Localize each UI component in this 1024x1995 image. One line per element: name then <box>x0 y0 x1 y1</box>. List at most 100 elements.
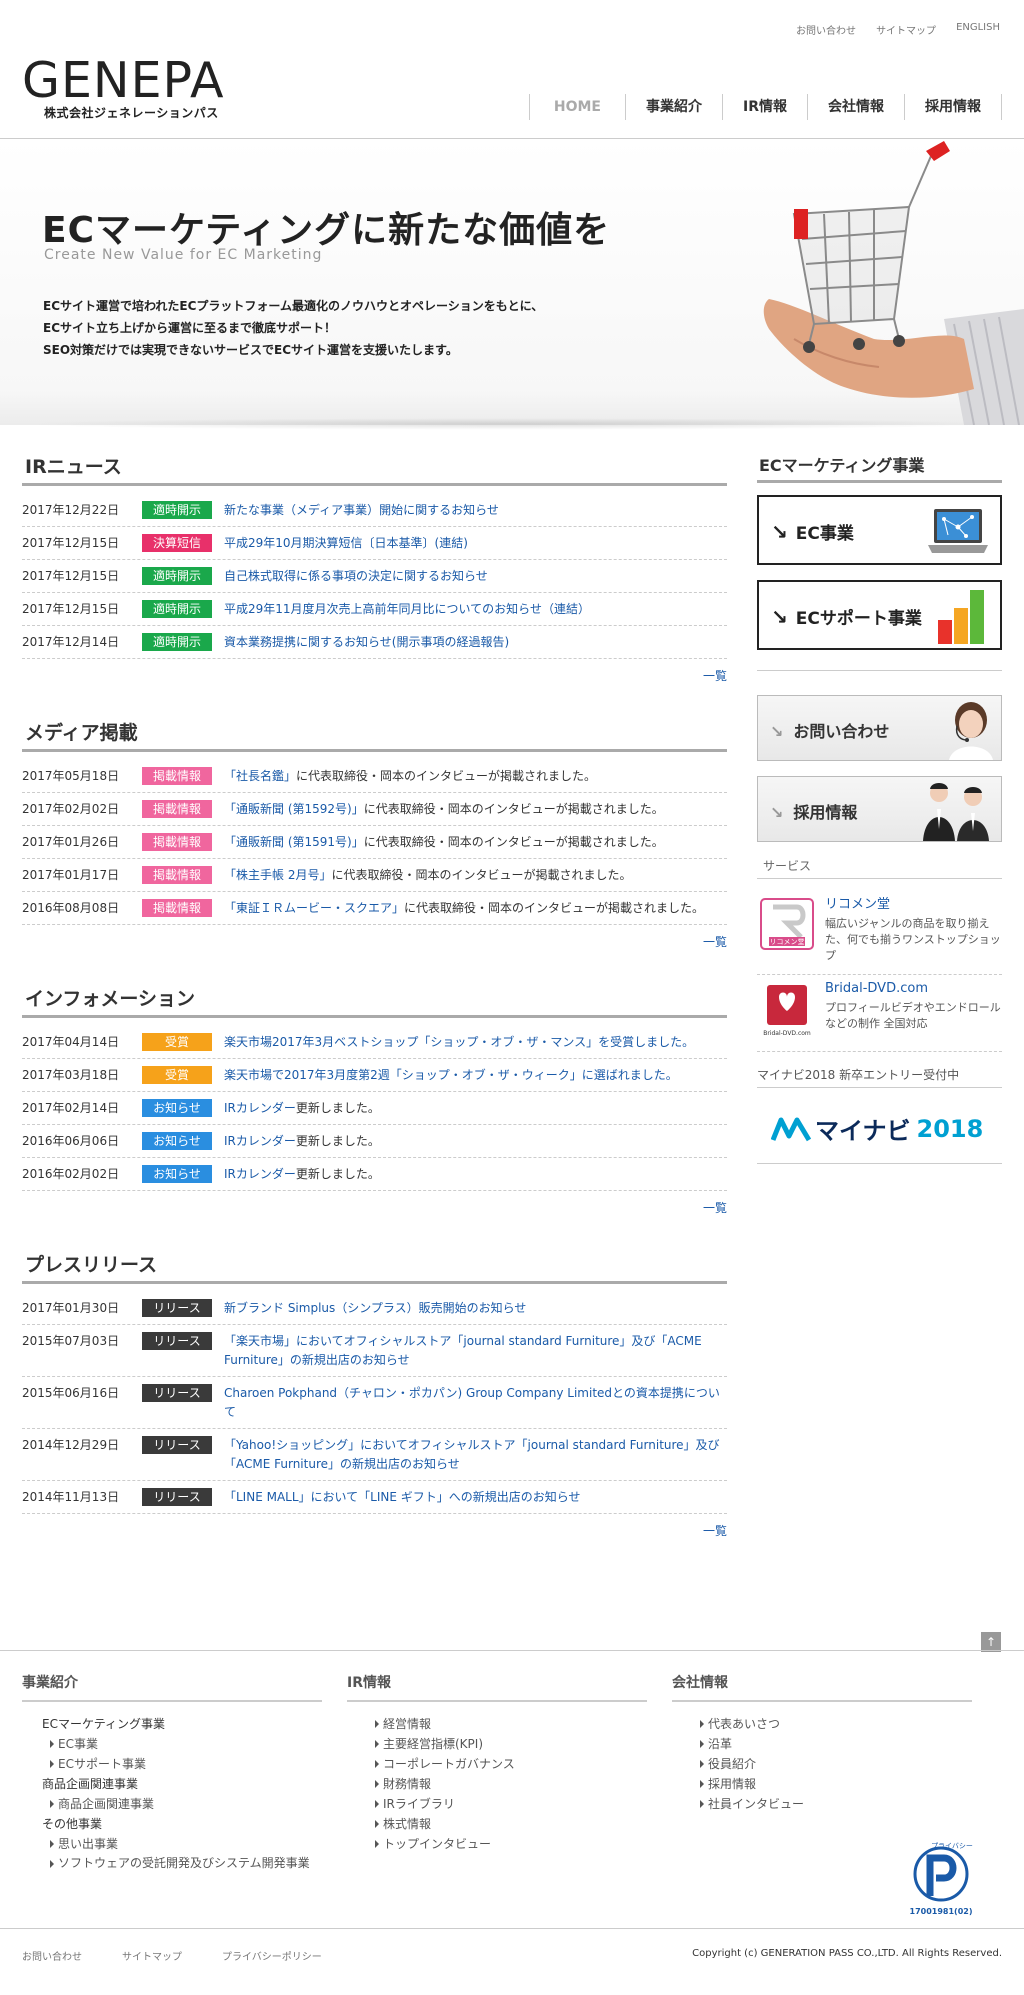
service-bridal-dvd[interactable]: Bridal-DVD.com Bridal-DVD.com プロフィールビデオや… <box>757 975 1002 1052</box>
back-to-top-button[interactable]: ↑ <box>981 1632 1001 1652</box>
footer-sublink[interactable]: 主要経営指標(KPI) <box>347 1734 647 1754</box>
footer-link[interactable]: ECマーケティング事業 <box>22 1714 322 1734</box>
privacy-mark-icon: プライバシー 17001981(02) <box>910 1842 973 1916</box>
news-date: 2017年12月15日 <box>22 569 120 583</box>
gnav-business[interactable]: 事業紹介 <box>625 94 722 120</box>
arrow-icon: ↘ <box>771 520 788 544</box>
service-recommendo[interactable]: リコメン堂 リコメン堂 幅広いジャンルの商品を取り揃えた、何でも揃うワンストップ… <box>757 887 1002 975</box>
news-link[interactable]: 「楽天市場」においてオフィシャルストア「journal standard Fur… <box>224 1334 702 1367</box>
news-link[interactable]: 楽天市場2017年3月ベストショップ「ショップ・オブ・ザ・マンス」を受賞しました… <box>224 1035 694 1049</box>
category-badge: リリース <box>142 1332 212 1350</box>
news-text: に代表取締役・岡本のインタビューが掲載されました。 <box>363 835 664 849</box>
footer-sublink[interactable]: ソフトウェアの受託開発及びシステム開発事業 <box>22 1854 312 1873</box>
hero-line: SEO対策だけでは実現できないサービスでECサイト運営を支援いたします。 <box>43 343 458 357</box>
news-link[interactable]: IRカレンダー <box>224 1167 296 1181</box>
category-badge: お知らせ <box>142 1165 212 1183</box>
footer-sublink[interactable]: 経営情報 <box>347 1714 647 1734</box>
news-link[interactable]: 「株主手帳 2月号」 <box>224 868 331 882</box>
site-logo[interactable]: GENEPA 株式会社ジェネレーションパス <box>22 56 224 121</box>
service-description: プロフィールビデオやエンドロールなどの制作 全国対応 <box>825 1001 1001 1030</box>
ec-business-banner[interactable]: ↘ EC事業 <box>757 495 1002 565</box>
news-row: 2017年03月18日 受賞 楽天市場で2017年3月度第2週「ショップ・オブ・ザ・… <box>22 1059 727 1092</box>
service-heading: サービス <box>757 857 1002 879</box>
gnav-company[interactable]: 会社情報 <box>807 94 904 120</box>
info-more-link[interactable]: 一覧 <box>703 1201 727 1215</box>
footer-link[interactable]: その他事業 <box>22 1814 322 1834</box>
footer-link[interactable]: 商品企画関連事業 <box>22 1774 322 1794</box>
footer-sitemap-link[interactable]: サイトマップ <box>122 1948 182 1963</box>
footer-sublink[interactable]: 株式情報 <box>347 1814 647 1834</box>
footer-bottom-links: お問い合わせ サイトマップ プライバシーポリシー <box>22 1948 322 1963</box>
news-link[interactable]: Charoen Pokphand（チャロン・ポカパン) Group Compan… <box>224 1386 720 1419</box>
service-name[interactable]: Bridal-DVD.com <box>825 981 1002 996</box>
footer-col-ir: IR情報 経営情報 主要経営指標(KPI) コーポレートガバナンス 財務情報 IRライブ… <box>347 1672 647 1854</box>
util-english-link[interactable]: ENGLISH <box>956 22 1000 37</box>
news-link[interactable]: 「Yahoo!ショッピング」においてオフィシャルストア「journal stan… <box>224 1438 720 1471</box>
contact-banner[interactable]: ↘ お問い合わせ <box>757 695 1002 761</box>
hero-line: ECサイト運営で培われたECプラットフォーム最適化のノウハウとオペレーションをも… <box>43 299 544 313</box>
press-more-link[interactable]: 一覧 <box>703 1524 727 1538</box>
footer-sublink[interactable]: ECサポート事業 <box>22 1754 322 1774</box>
gnav-recruit[interactable]: 採用情報 <box>904 94 1002 120</box>
footer-privacy-link[interactable]: プライバシーポリシー <box>222 1948 322 1963</box>
news-link[interactable]: 「東証ＩＲムービー・スクエア」 <box>224 901 404 915</box>
category-badge: 適時開示 <box>142 567 212 585</box>
ec-support-banner[interactable]: ↘ ECサポート事業 <box>757 580 1002 650</box>
footer-sublink[interactable]: 財務情報 <box>347 1774 647 1794</box>
footer-sublink[interactable]: 役員紹介 <box>672 1754 972 1774</box>
news-text: に代表取締役・岡本のインタビューが掲載されました。 <box>404 901 705 915</box>
mynavi-2018-banner[interactable]: マイナビ 2018 <box>757 1094 1002 1164</box>
news-link[interactable]: 平成29年10月期決算短信〔日本基準〕(連結) <box>224 536 468 550</box>
news-link[interactable]: 新たな事業（メディア事業）開始に関するお知らせ <box>224 503 499 517</box>
footer-sublink[interactable]: 思い出事業 <box>22 1834 322 1854</box>
category-badge: 掲載情報 <box>142 767 212 785</box>
footer-contact-link[interactable]: お問い合わせ <box>22 1948 82 1963</box>
news-link[interactable]: 「通販新聞 (第1591号)」 <box>224 835 364 849</box>
news-row: 2017年12月15日 決算短信 平成29年10月期決算短信〔日本基準〕(連結) <box>22 527 727 560</box>
news-link[interactable]: 「LINE MALL」において「LINE ギフト」への新規出店のお知らせ <box>224 1490 581 1504</box>
news-row: 2017年12月22日 適時開示 新たな事業（メディア事業）開始に関するお知らせ <box>22 494 727 527</box>
news-link[interactable]: 「通販新聞 (第1592号)」 <box>224 802 364 816</box>
news-link[interactable]: 資本業務提携に関するお知らせ(開示事項の経過報告) <box>224 635 509 649</box>
news-date: 2017年04月14日 <box>22 1035 120 1049</box>
news-row: 2017年01月17日 掲載情報 「株主手帳 2月号」に代表取締役・岡本のインタビュ… <box>22 859 727 892</box>
news-date: 2014年11月13日 <box>22 1490 120 1504</box>
news-link[interactable]: 平成29年11月度月次売上高前年同月比についてのお知らせ（連結） <box>224 602 590 616</box>
footer-sublink[interactable]: 採用情報 <box>672 1774 972 1794</box>
footer-sublink[interactable]: IRライブラリ <box>347 1794 647 1814</box>
gnav-home[interactable]: HOME <box>528 94 625 120</box>
news-link[interactable]: 「社長名鑑」 <box>224 769 296 783</box>
news-link[interactable]: IRカレンダー <box>224 1101 296 1115</box>
gnav-ir[interactable]: IR情報 <box>722 94 807 120</box>
footer-col-company: 会社情報 代表あいさつ 沿革 役員紹介 採用情報 社員インタビュー <box>672 1672 972 1814</box>
category-badge: 適時開示 <box>142 633 212 651</box>
news-date: 2017年12月15日 <box>22 536 120 550</box>
copyright: Copyright (c) GENERATION PASS CO.,LTD. A… <box>692 1948 1002 1959</box>
footer-sublink[interactable]: トップインタビュー <box>347 1834 647 1854</box>
footer-sublink[interactable]: 商品企画関連事業 <box>22 1794 322 1814</box>
footer-divider <box>0 1650 1024 1651</box>
footer-sublink[interactable]: EC事業 <box>22 1734 322 1754</box>
util-sitemap-link[interactable]: サイトマップ <box>876 22 936 37</box>
footer-sublink[interactable]: 代表あいさつ <box>672 1714 972 1734</box>
news-row: 2014年12月29日 リリース 「Yahoo!ショッピング」においてオフィシャルス… <box>22 1429 727 1481</box>
media-more-link[interactable]: 一覧 <box>703 935 727 949</box>
category-badge: 掲載情報 <box>142 899 212 917</box>
news-row: 2017年01月30日 リリース 新ブランド Simplus（シンプラス）販売開始の… <box>22 1292 727 1325</box>
news-link[interactable]: 新ブランド Simplus（シンプラス）販売開始のお知らせ <box>224 1301 526 1315</box>
news-link[interactable]: 自己株式取得に係る事項の決定に関するお知らせ <box>224 569 488 583</box>
footer-sublink[interactable]: 社員インタビュー <box>672 1794 972 1814</box>
ir-news-more-link[interactable]: 一覧 <box>703 669 727 683</box>
ir-news-section: IRニュース 2017年12月22日 適時開示 新たな事業（メディア事業）開始に関す… <box>22 452 727 684</box>
news-text: に代表取締役・岡本のインタビューが掲載されました。 <box>363 802 664 816</box>
news-row: 2017年02月14日 お知らせ IRカレンダー更新しました。 <box>22 1092 727 1125</box>
footer-sublink[interactable]: 沿革 <box>672 1734 972 1754</box>
recruit-banner[interactable]: ↘ 採用情報 <box>757 776 1002 842</box>
news-link[interactable]: IRカレンダー <box>224 1134 296 1148</box>
hero-shadow <box>20 418 1000 430</box>
service-name[interactable]: リコメン堂 <box>825 893 1002 912</box>
util-contact-link[interactable]: お問い合わせ <box>796 22 856 37</box>
news-date: 2017年01月30日 <box>22 1301 120 1315</box>
footer-sublink[interactable]: コーポレートガバナンス <box>347 1754 647 1774</box>
news-link[interactable]: 楽天市場で2017年3月度第2週「ショップ・オブ・ザ・ウィーク」に選ばれました。 <box>224 1068 678 1082</box>
